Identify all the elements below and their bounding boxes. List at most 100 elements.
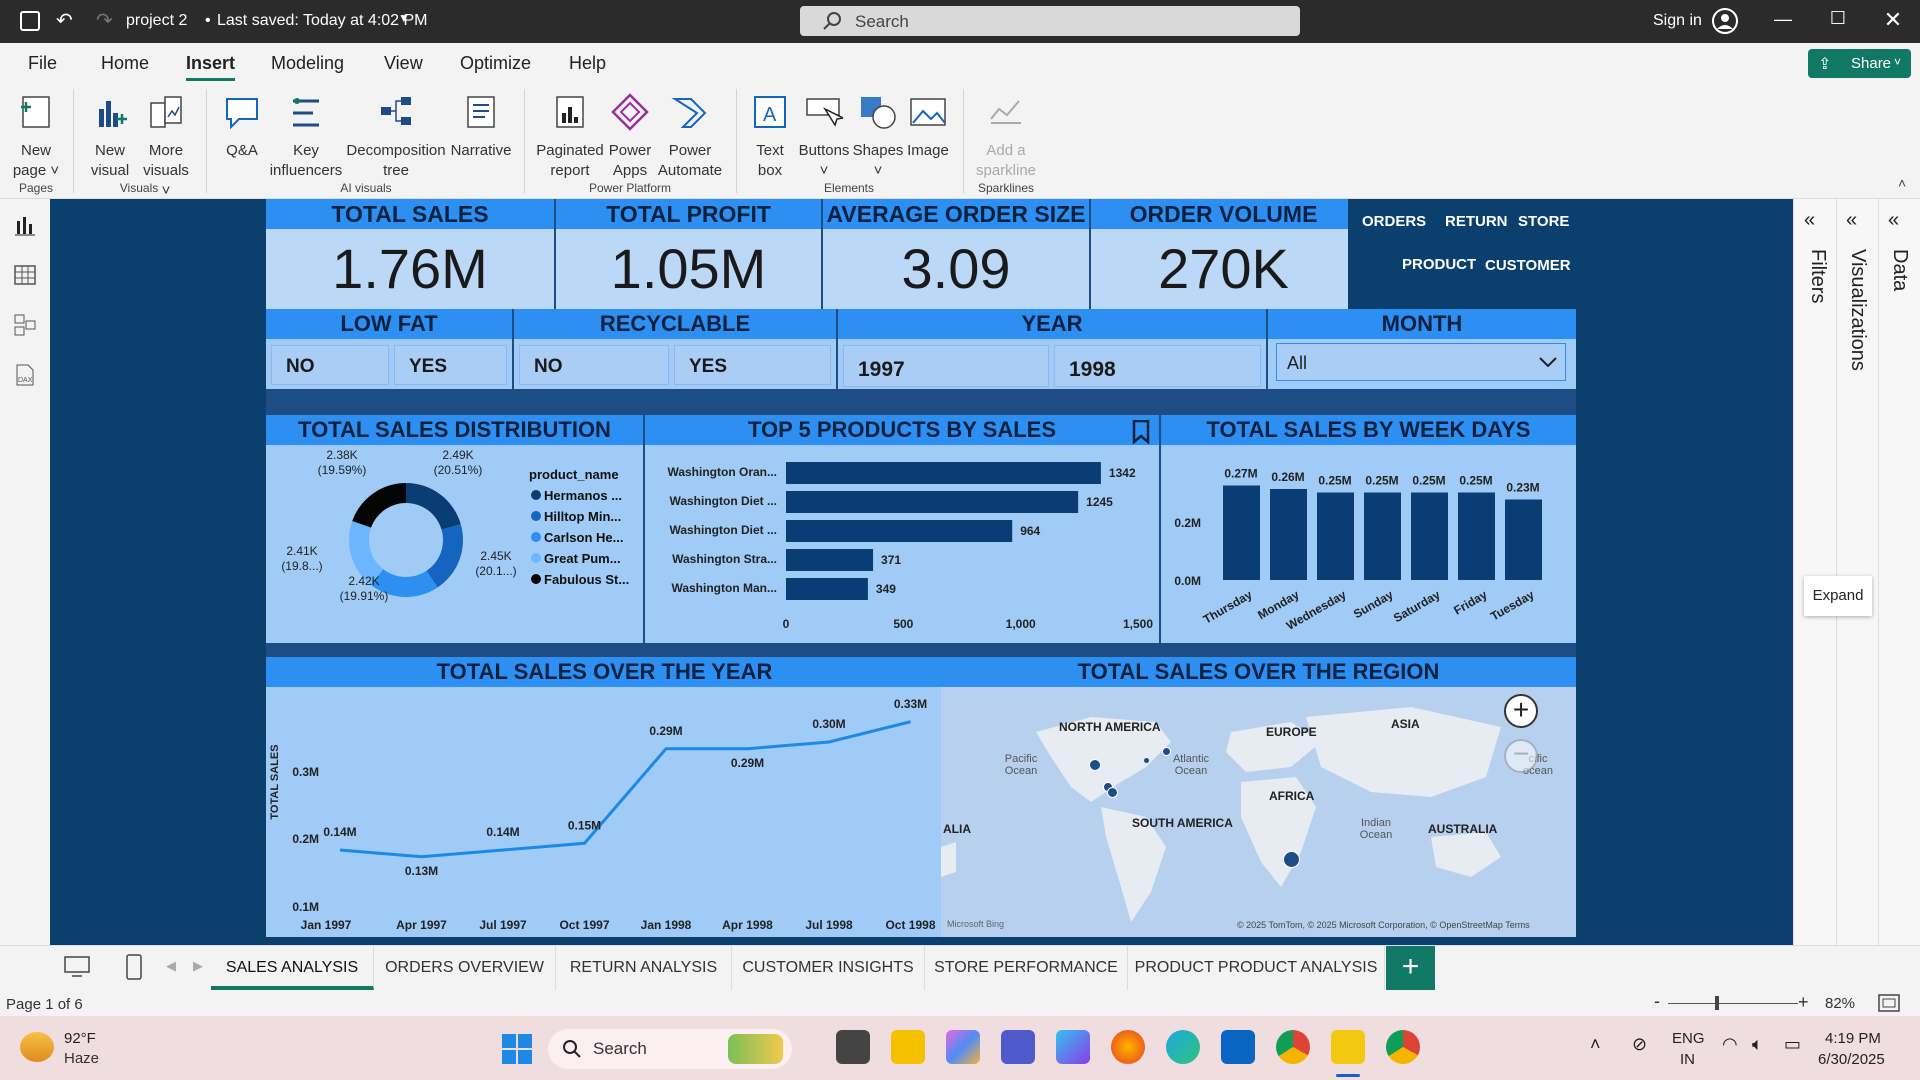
map-bubble[interactable] — [1089, 759, 1101, 771]
windows-start-icon[interactable] — [502, 1034, 532, 1064]
collapse-visualizations-icon[interactable]: « — [1846, 209, 1857, 232]
map-bubble[interactable] — [1107, 787, 1118, 798]
map-attribution[interactable]: © 2025 TomTom, © 2025 Microsoft Corporat… — [1237, 920, 1530, 930]
key-influencers-button[interactable]: Key influencers — [266, 93, 346, 181]
prev-page-icon[interactable]: ◀ — [166, 958, 176, 974]
weekdays-visual[interactable]: TOTAL SALES BY WEEK DAYS 0.2M 0.0M 0.27M Th… — [1161, 415, 1576, 643]
map-bubble[interactable] — [1144, 758, 1149, 763]
zoom-in-button[interactable]: + — [1504, 694, 1538, 728]
menu-view[interactable]: View — [384, 53, 423, 74]
tab-customer-insights[interactable]: CUSTOMER INSIGHTS — [732, 946, 925, 990]
m365-icon[interactable] — [1056, 1030, 1090, 1064]
buttons-button[interactable]: Buttons ˅ — [794, 93, 854, 181]
chrome-profile-icon[interactable] — [1386, 1030, 1420, 1064]
filters-pane-tab[interactable]: Filters — [1806, 249, 1829, 303]
task-view-icon[interactable] — [836, 1030, 870, 1064]
teams-icon[interactable] — [1001, 1030, 1035, 1064]
clock-time[interactable]: 4:19 PM — [1825, 1030, 1881, 1047]
narrative-button[interactable]: Narrative — [448, 93, 514, 161]
new-page-button[interactable]: New page ˅ — [6, 93, 66, 181]
language-indicator[interactable]: ENG — [1672, 1030, 1705, 1047]
menu-optimize[interactable]: Optimize — [460, 53, 531, 74]
new-visual-button[interactable]: New visual — [82, 93, 138, 181]
map-bubble[interactable] — [1283, 851, 1300, 868]
clock-date[interactable]: 6/30/2025 — [1818, 1051, 1885, 1068]
slicer-option-no[interactable]: NO — [519, 345, 669, 385]
slicer-option-yes[interactable]: YES — [394, 345, 507, 385]
zoom-out-button[interactable]: − — [1504, 739, 1538, 773]
taskbar-search[interactable]: Search — [548, 1029, 792, 1069]
month-dropdown[interactable]: All — [1276, 343, 1566, 381]
redo-icon[interactable]: ↷ — [96, 8, 113, 33]
tab-product-product-analysis[interactable]: PRODUCT PRODUCT ANALYSIS — [1128, 946, 1385, 990]
zoom-slider[interactable] — [1668, 1003, 1798, 1004]
shapes-button[interactable]: Shapes ˅ — [852, 93, 904, 181]
slicer-option-1998[interactable]: 1998 — [1054, 345, 1261, 387]
menu-help[interactable]: Help — [569, 53, 606, 74]
add-sparkline-button[interactable]: Add a sparkline — [970, 93, 1042, 181]
minimize-icon[interactable]: — — [1768, 9, 1798, 33]
nav-orders-button[interactable]: ORDERS — [1362, 213, 1426, 230]
chevron-down-icon[interactable]: ▼ — [398, 11, 410, 25]
desktop-layout-icon[interactable] — [64, 956, 90, 978]
close-icon[interactable]: ✕ — [1878, 7, 1908, 32]
kpi-order-volume[interactable]: ORDER VOLUME 270K — [1091, 199, 1356, 309]
slicer-option-1997[interactable]: 1997 — [843, 345, 1049, 387]
volume-icon[interactable]: 🔈︎ — [1752, 1034, 1763, 1055]
slicer-option-no[interactable]: NO — [271, 345, 389, 385]
outlook-icon[interactable] — [1221, 1030, 1255, 1064]
copilot-icon[interactable] — [946, 1030, 980, 1064]
paginated-report-button[interactable]: Paginated report — [534, 93, 606, 181]
kpi-total-profit[interactable]: TOTAL PROFIT 1.05M — [556, 199, 821, 309]
search-input[interactable]: Search — [800, 6, 1300, 36]
menu-file[interactable]: File — [28, 53, 57, 74]
last-saved[interactable]: Last saved: Today at 4:02 PM — [217, 12, 428, 30]
donut-visual[interactable]: TOTAL SALES DISTRIBUTION 2.38K (19.59%) 2.… — [266, 415, 643, 643]
fit-to-page-icon[interactable] — [1878, 994, 1900, 1012]
menu-insert[interactable]: Insert — [186, 53, 236, 81]
weather-condition[interactable]: Haze — [64, 1050, 99, 1067]
data-pane-tab[interactable]: Data — [1888, 249, 1911, 291]
nav-return-button[interactable]: RETURN — [1445, 213, 1508, 230]
report-view-icon[interactable] — [14, 215, 36, 237]
zoom-slider-thumb[interactable] — [1715, 996, 1719, 1010]
network-off-icon[interactable]: ⊘ — [1632, 1034, 1647, 1055]
account-icon[interactable] — [1712, 8, 1738, 34]
nav-customer-button[interactable]: CUSTOMER — [1485, 257, 1571, 274]
collapse-filters-icon[interactable]: « — [1804, 209, 1815, 232]
chevron-up-icon[interactable]: ˄ — [1590, 1034, 1601, 1055]
text-box-button[interactable]: A Text box — [744, 93, 796, 181]
decomposition-tree-button[interactable]: Decomposition tree — [344, 93, 448, 181]
share-button[interactable]: ⇪ Share ˅ — [1808, 49, 1911, 78]
chrome-icon[interactable] — [1276, 1030, 1310, 1064]
next-page-icon[interactable]: ▶ — [193, 958, 203, 974]
table-view-icon[interactable] — [14, 264, 36, 286]
map[interactable]: NORTH AMERICA EUROPE ASIA AFRICA SOUTH A… — [941, 687, 1576, 937]
maximize-icon[interactable]: ☐ — [1823, 8, 1853, 32]
kpi-average-order-size[interactable]: AVERAGE ORDER SIZE 3.09 — [823, 199, 1089, 309]
region-indicator[interactable]: IN — [1680, 1051, 1695, 1068]
nav-store-button[interactable]: STORE — [1518, 213, 1569, 230]
dax-query-icon[interactable]: DAX — [14, 364, 36, 386]
power-apps-button[interactable]: Power Apps — [604, 93, 656, 181]
power-automate-button[interactable]: Power Automate — [654, 93, 726, 181]
nav-product-button[interactable]: PRODUCT — [1402, 256, 1476, 273]
zoom-in-icon[interactable]: + — [1798, 992, 1809, 1013]
firefox-icon[interactable] — [1111, 1030, 1145, 1064]
bookmark-icon[interactable] — [1132, 420, 1150, 444]
wifi-icon[interactable]: ◠ — [1722, 1034, 1738, 1055]
edge-icon[interactable] — [1166, 1030, 1200, 1064]
top-products-visual[interactable]: TOP 5 PRODUCTS BY SALES Washington Oran.… — [645, 415, 1159, 643]
visualizations-pane-tab[interactable]: Visualizations — [1846, 249, 1869, 371]
weather-temp[interactable]: 92°F — [64, 1030, 96, 1047]
add-page-button[interactable]: + — [1386, 946, 1435, 990]
menu-modeling[interactable]: Modeling — [271, 53, 344, 74]
save-icon[interactable] — [20, 11, 40, 31]
slicer-option-yes[interactable]: YES — [674, 345, 831, 385]
file-explorer-icon[interactable] — [891, 1030, 925, 1064]
menu-home[interactable]: Home — [101, 53, 149, 74]
model-view-icon[interactable] — [14, 314, 36, 336]
kpi-total-sales[interactable]: TOTAL SALES 1.76M — [266, 199, 554, 309]
tab-orders-overview[interactable]: ORDERS OVERVIEW — [374, 946, 556, 990]
battery-icon[interactable]: ▭ — [1784, 1034, 1801, 1055]
